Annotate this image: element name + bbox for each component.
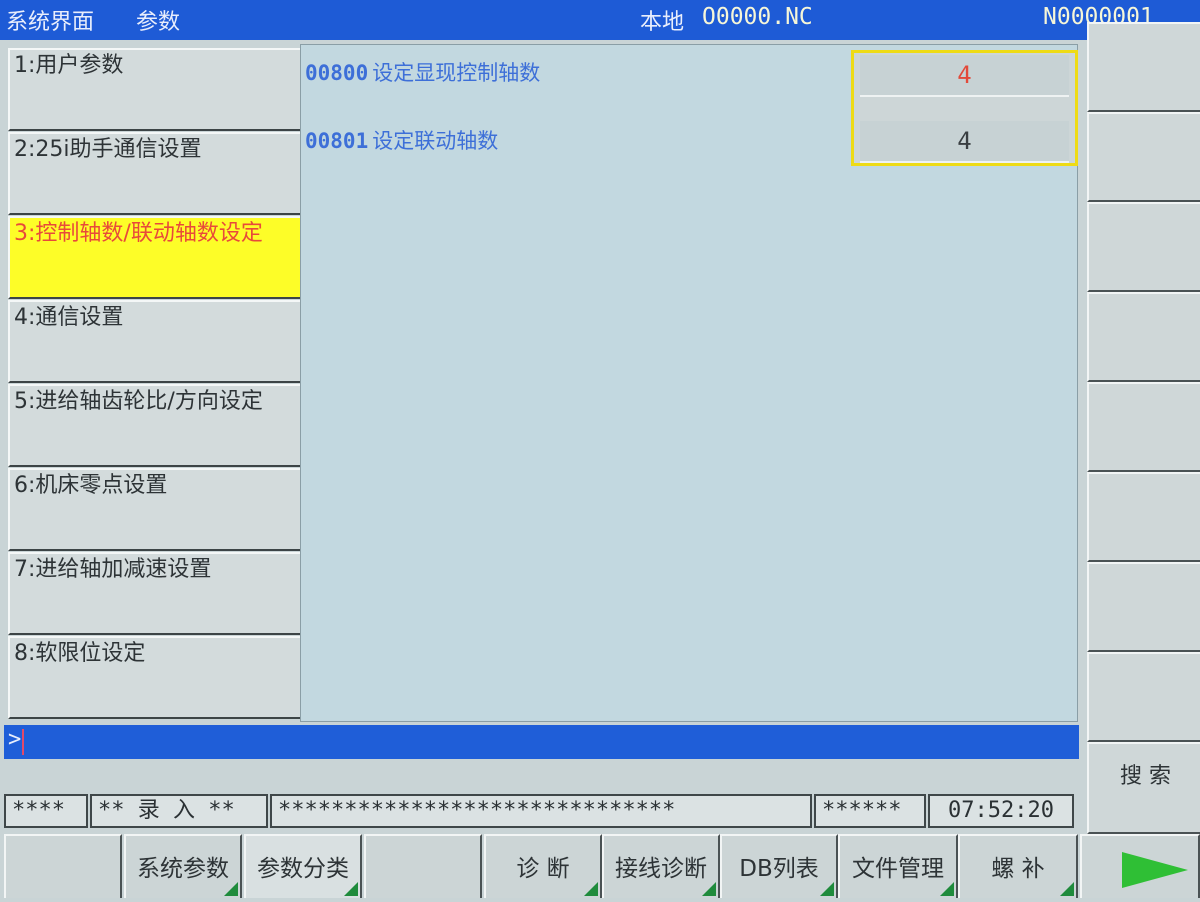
softkey-marker-icon: [344, 882, 358, 896]
side-key-8[interactable]: [1087, 652, 1200, 742]
menu-item-label: 4:通信设置: [14, 305, 124, 330]
input-line[interactable]: >: [4, 725, 1079, 759]
side-key-3[interactable]: [1087, 202, 1200, 292]
menu-item-gear-ratio[interactable]: 5:进给轴齿轮比/方向设定: [8, 384, 304, 467]
menu-item-label: 8:软限位设定: [14, 641, 146, 666]
param-label: 设定联动轴数: [372, 129, 499, 153]
softkey-marker-icon: [940, 882, 954, 896]
text-cursor: [22, 729, 24, 755]
menu-item-label: 2:25i助手通信设置: [14, 137, 202, 162]
softkey-label: DB列表: [739, 856, 819, 882]
title-bar: 系统界面 参数 本地 O0000.NC N0000001: [0, 0, 1200, 40]
softkey-file-management[interactable]: 文件管理: [838, 834, 958, 898]
softkey-marker-icon: [224, 882, 238, 896]
menu-item-label: 5:进给轴齿轮比/方向设定: [14, 389, 263, 414]
param-value-box: 4 4: [851, 50, 1078, 166]
side-key-6[interactable]: [1087, 472, 1200, 562]
softkey-blank-2[interactable]: [364, 834, 482, 898]
softkey-label: 诊 断: [516, 856, 570, 882]
softkey-diagnosis[interactable]: 诊 断: [484, 834, 602, 898]
menu-item-machine-zero[interactable]: 6:机床零点设置: [8, 468, 304, 551]
side-key-2[interactable]: [1087, 112, 1200, 202]
operation-mode: ** 录 入 **: [90, 794, 268, 828]
next-page-arrow-icon: [1122, 852, 1188, 888]
input-prompt: >: [8, 727, 22, 752]
menu-item-soft-limit[interactable]: 8:软限位设定: [8, 636, 304, 719]
param-value-801[interactable]: 4: [860, 121, 1069, 163]
softkey-label: 接线诊断: [615, 856, 707, 882]
softkey-label: 参数分类: [257, 856, 349, 882]
softkey-pitch-compensation[interactable]: 螺 补: [958, 834, 1078, 898]
param-value-800[interactable]: 4: [860, 55, 1069, 97]
softkey-db-list[interactable]: DB列表: [720, 834, 838, 898]
softkey-marker-icon: [702, 882, 716, 896]
softkey-marker-icon: [1060, 882, 1074, 896]
search-button[interactable]: 搜 索: [1087, 742, 1200, 834]
softkey-system-params[interactable]: 系统参数: [124, 834, 242, 898]
param-number: 00800: [305, 61, 369, 85]
side-key-7[interactable]: [1087, 562, 1200, 652]
menu-item-label: 3:控制轴数/联动轴数设定: [14, 221, 263, 246]
search-label: 搜 索: [1120, 764, 1171, 789]
param-row-800[interactable]: 00800 设定显现控制轴数: [305, 57, 540, 87]
program-name: O0000.NC: [702, 4, 813, 30]
menu-item-accel-decel[interactable]: 7:进给轴加减速设置: [8, 552, 304, 635]
section-name: 参数: [136, 10, 181, 35]
menu-item-label: 7:进给轴加减速设置: [14, 557, 212, 582]
menu-item-axis-count[interactable]: 3:控制轴数/联动轴数设定: [8, 216, 304, 299]
status-field-1: ****: [4, 794, 88, 828]
status-line: **** ** 录 入 ** *************************…: [4, 794, 1079, 830]
status-field-4: ******: [814, 794, 926, 828]
param-row-801[interactable]: 00801 设定联动轴数: [305, 125, 498, 155]
menu-item-label: 6:机床零点设置: [14, 473, 168, 498]
softkey-blank-1[interactable]: [4, 834, 122, 898]
menu-item-25i-comm[interactable]: 2:25i助手通信设置: [8, 132, 304, 215]
softkey-label: 螺 补: [991, 856, 1045, 882]
menu-item-label: 1:用户参数: [14, 53, 124, 78]
param-label: 设定显现控制轴数: [372, 61, 541, 85]
softkey-param-category[interactable]: 参数分类: [244, 834, 362, 898]
softkey-wiring-diagnosis[interactable]: 接线诊断: [602, 834, 720, 898]
side-key-1[interactable]: [1087, 22, 1200, 112]
menu-item-user-params[interactable]: 1:用户参数: [8, 48, 304, 131]
clock: 07:52:20: [928, 794, 1074, 828]
param-number: 00801: [305, 129, 369, 153]
menu-item-comm-settings[interactable]: 4:通信设置: [8, 300, 304, 383]
softkey-marker-icon: [584, 882, 598, 896]
location-label: 本地: [640, 10, 685, 35]
status-field-3: ******************************: [270, 794, 812, 828]
screen-name: 系统界面: [6, 10, 95, 35]
side-key-4[interactable]: [1087, 292, 1200, 382]
next-page-button[interactable]: [1080, 834, 1200, 898]
softkey-marker-icon: [820, 882, 834, 896]
side-key-5[interactable]: [1087, 382, 1200, 472]
softkey-label: 文件管理: [852, 856, 944, 882]
softkey-label: 系统参数: [137, 856, 229, 882]
